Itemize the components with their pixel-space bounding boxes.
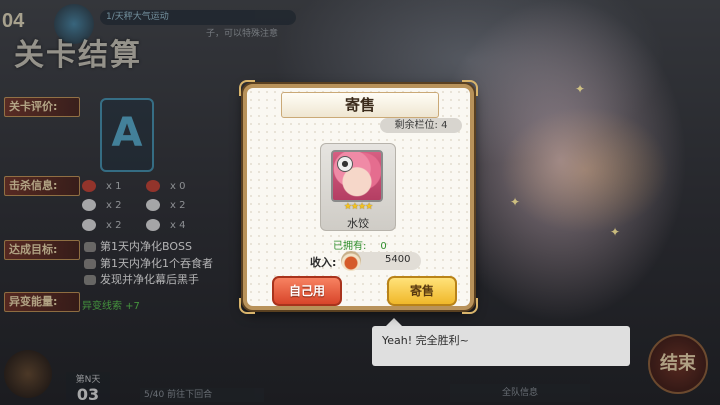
goal-item: 发现并净化幕后黑手 — [84, 271, 254, 287]
item-card[interactable]: ● ★★★★ 水饺 — [320, 143, 396, 231]
kill-count: x 1 — [82, 180, 152, 196]
energy-value: 异变线索 +7 — [82, 301, 140, 312]
end-button[interactable]: 结束 — [648, 334, 708, 394]
income-value: 5400 — [385, 254, 411, 265]
kill-count: x 2 — [82, 219, 152, 235]
goal-icon — [84, 259, 96, 269]
kill-info-label: 击杀信息: — [4, 176, 80, 196]
kill-count: x 2 — [146, 199, 216, 215]
sparkle-icon: ✦ — [575, 82, 586, 96]
frame-corner — [462, 80, 478, 96]
character-portrait: ● — [331, 150, 383, 202]
monster-icon — [82, 219, 96, 231]
monster-icon — [146, 219, 160, 231]
rarity-stars: ★★★★ — [343, 202, 373, 212]
monster-icon — [82, 180, 96, 192]
character-badge-icon: ● — [337, 156, 353, 172]
kill-count: x 2 — [82, 199, 152, 215]
sparkle-icon: ✦ — [610, 225, 621, 239]
income-label: 收入: — [310, 256, 337, 269]
dialog-title: 寄售 — [281, 92, 439, 118]
rating-label: 关卡评价: — [4, 97, 80, 117]
monster-icon — [146, 199, 160, 211]
top-tag: 1/天秤大气运动 — [100, 10, 296, 25]
energy-label: 异变能量: — [4, 292, 80, 312]
speech-bubble: Yeah! 完全胜利~ — [372, 318, 630, 366]
goal-item: 第1天内净化1个吞食者 — [84, 255, 254, 271]
goal-icon — [84, 275, 96, 285]
sparkle-icon: ✦ — [510, 195, 521, 209]
top-subtitle: 子，可以特殊注意 — [206, 29, 279, 39]
progress-bar: 5/40 前往下回合 — [140, 388, 264, 402]
goal-item: 第1天内净化BOSS — [84, 238, 254, 254]
monster-icon — [146, 180, 160, 192]
sale-dialog: 寄售 剩余栏位: 4 ● ★★★★ 水饺 已拥有: 0 收入: 5400 自己用 … — [239, 80, 478, 314]
frame-corner — [239, 80, 255, 96]
goal-icon — [84, 242, 96, 252]
frame-corner — [462, 298, 478, 314]
coin-icon — [341, 251, 361, 271]
income-value-box: 5400 — [341, 251, 421, 271]
self-use-button[interactable]: 自己用 — [272, 276, 342, 306]
menu-orb-icon[interactable] — [4, 350, 52, 398]
kill-count: x 4 — [146, 219, 216, 235]
monster-icon — [82, 199, 96, 211]
sell-button[interactable]: 寄售 — [387, 276, 457, 306]
frame-corner — [239, 298, 255, 314]
owned-count: 已拥有: 0 — [333, 241, 387, 252]
stage-title: 关卡结算 — [14, 38, 142, 73]
goal-label: 达成目标: — [4, 240, 80, 260]
day-indicator: 第N天 03 — [66, 372, 110, 404]
kill-count: x 0 — [146, 180, 216, 196]
team-info-bar[interactable]: 全队信息 — [450, 384, 590, 402]
item-name: 水饺 — [347, 217, 369, 230]
grade-badge: A — [100, 98, 154, 172]
speech-text: Yeah! 完全胜利~ — [382, 334, 469, 347]
remaining-slots: 剩余栏位: 4 — [380, 118, 462, 133]
